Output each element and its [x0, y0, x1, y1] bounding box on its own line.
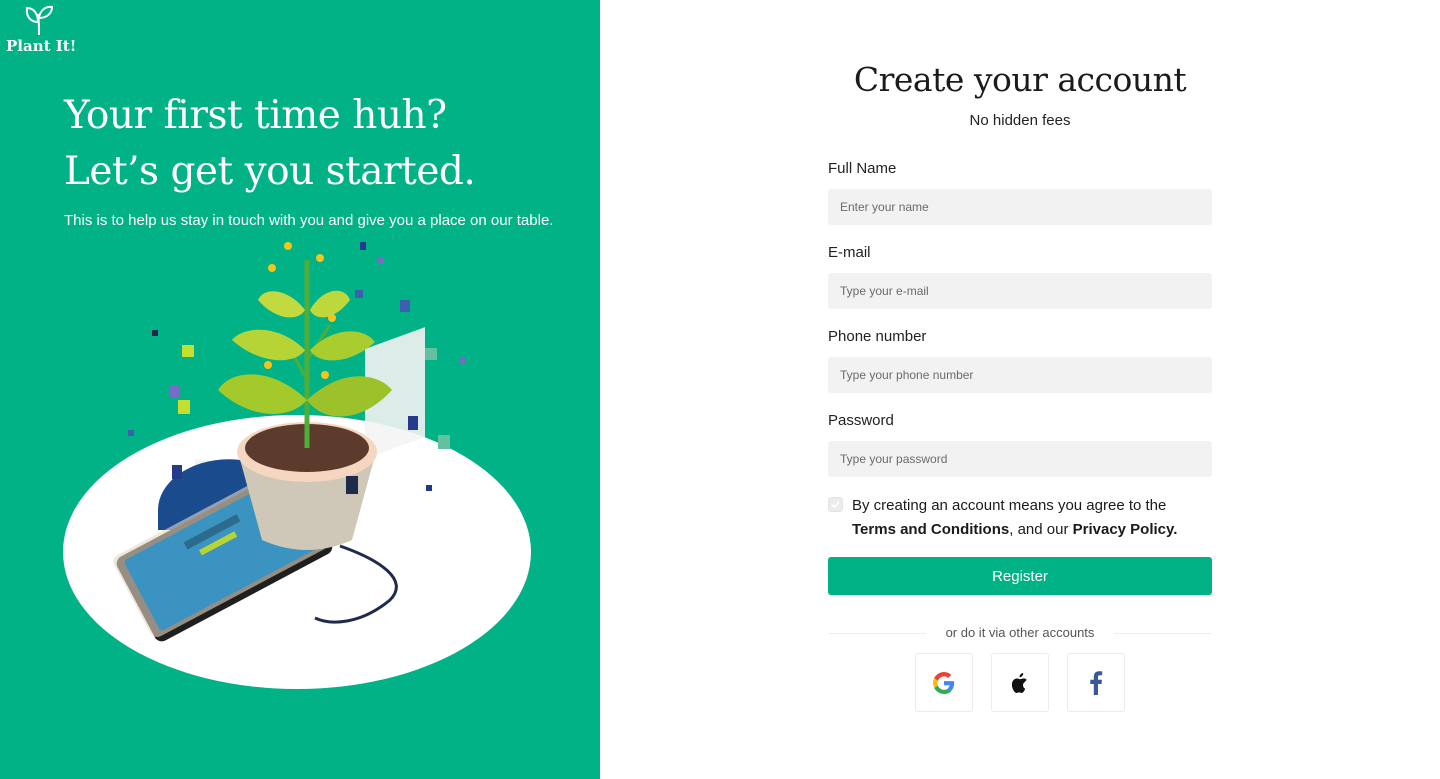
- terms-prefix: By creating an account means you agree t…: [852, 497, 1167, 514]
- google-icon: [933, 671, 955, 694]
- phone-label: Phone number: [828, 328, 927, 345]
- hero-title-line-1: Your first time huh?: [64, 93, 447, 138]
- google-signin-button[interactable]: [915, 653, 973, 712]
- password-label: Password: [828, 412, 894, 429]
- form-subtitle: No hidden fees: [969, 112, 1071, 129]
- email-input[interactable]: [828, 273, 1212, 309]
- terms-middle: , and our: [1009, 521, 1073, 538]
- hero-panel: Plant It! Your first time huh? Let’s get…: [0, 0, 600, 779]
- full-name-input[interactable]: [828, 189, 1212, 225]
- facebook-signin-button[interactable]: [1067, 653, 1125, 712]
- terms-link[interactable]: Terms and Conditions: [852, 521, 1009, 538]
- terms-checkbox[interactable]: [828, 497, 843, 512]
- brand-logo[interactable]: Plant It!: [6, 4, 76, 55]
- register-button[interactable]: Register: [828, 557, 1212, 595]
- password-input[interactable]: [828, 441, 1212, 477]
- plant-phone-illustration: [63, 242, 531, 689]
- check-icon: [831, 500, 840, 509]
- social-divider: or do it via other accounts: [828, 625, 1212, 641]
- phone-input[interactable]: [828, 357, 1212, 393]
- full-name-label: Full Name: [828, 160, 897, 177]
- email-label: E-mail: [828, 244, 871, 261]
- facebook-icon: [1090, 670, 1103, 695]
- hero-title: Your first time huh? Let’s get you start…: [64, 88, 476, 200]
- divider-line-right: [1114, 633, 1212, 634]
- sprout-icon: [25, 5, 54, 36]
- terms-text: By creating an account means you agree t…: [852, 494, 1214, 542]
- apple-icon: [1011, 672, 1027, 693]
- apple-signin-button[interactable]: [991, 653, 1049, 712]
- form-title: Create your account: [853, 60, 1187, 99]
- privacy-link[interactable]: Privacy Policy.: [1073, 521, 1178, 538]
- hero-title-line-2: Let’s get you started.: [64, 149, 476, 194]
- hero-subtitle: This is to help us stay in touch with yo…: [64, 212, 554, 229]
- brand-name: Plant It!: [6, 37, 77, 55]
